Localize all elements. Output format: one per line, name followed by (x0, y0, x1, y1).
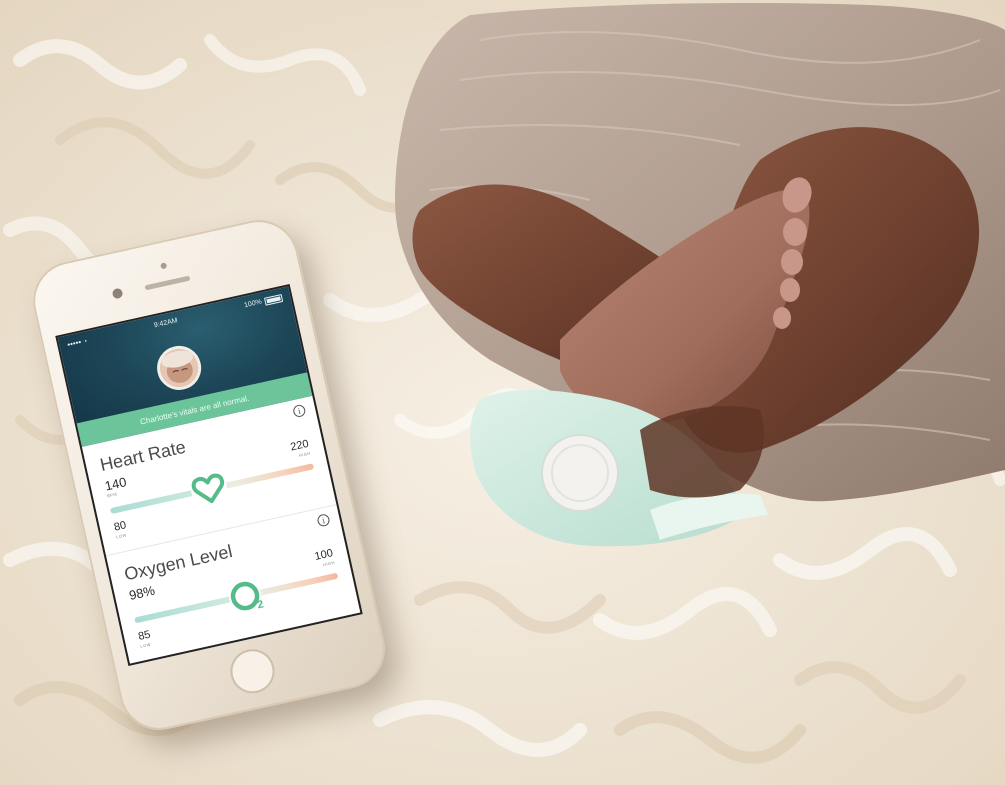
earpiece-speaker (144, 275, 191, 291)
o2-icon: 2 (229, 580, 265, 613)
signal-wifi: ••••• ◔ (66, 336, 89, 350)
heart-icon (191, 471, 228, 508)
heart-rate-high-label: HIGH (298, 450, 312, 459)
battery-status: 100% (243, 293, 284, 310)
proximity-sensor (160, 262, 168, 270)
oxygen-level-value: 98% (127, 582, 157, 603)
oxygen-level-low-label: LOW (139, 641, 152, 649)
home-button[interactable] (226, 644, 279, 698)
front-camera (111, 287, 124, 300)
wifi-icon: ◔ (82, 338, 89, 346)
heart-rate-unit: BPM (106, 491, 118, 499)
status-bar: ••••• ◔ 9:42AM 100% (58, 286, 291, 351)
oxygen-level-high-label: HIGH (322, 559, 336, 568)
heart-rate-low-label: LOW (115, 532, 128, 540)
baby-avatar[interactable] (152, 341, 206, 395)
baby-face-icon (156, 345, 202, 391)
battery-icon (263, 293, 284, 306)
oxygen-level-title: Oxygen Level (122, 541, 235, 585)
heart-rate-title: Heart Rate (98, 436, 188, 476)
status-time: 9:42AM (153, 317, 179, 330)
signal-icon: ••••• (66, 337, 83, 350)
info-icon[interactable]: i (292, 403, 307, 419)
battery-percent: 100% (243, 298, 263, 310)
app-screen: ••••• ◔ 9:42AM 100% Charlotte's vitals a… (55, 284, 363, 666)
info-icon[interactable]: i (316, 513, 331, 528)
svg-text:2: 2 (256, 598, 265, 611)
sock-sensor-base (541, 434, 619, 512)
